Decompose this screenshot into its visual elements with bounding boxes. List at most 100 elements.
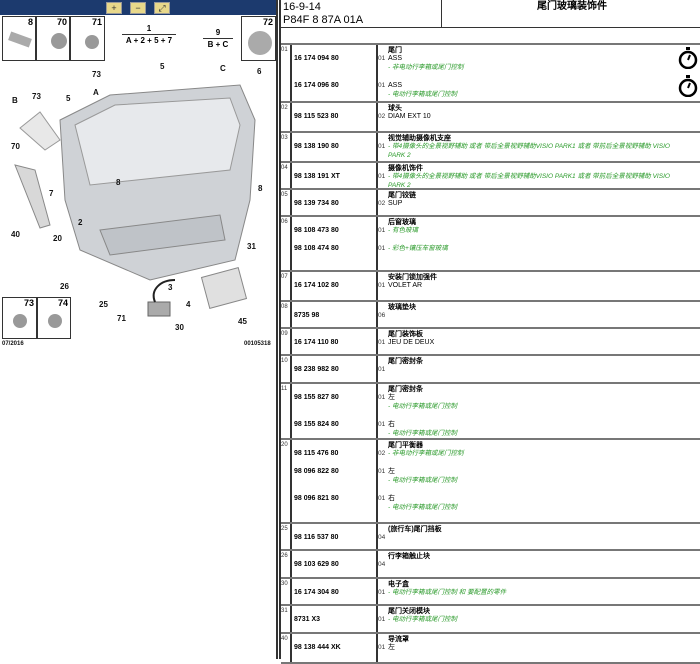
row-index: 05: [281, 190, 292, 215]
part-variant: 右: [388, 495, 395, 502]
part-thumb[interactable]: 73: [2, 297, 37, 339]
table-row[interactable]: 07 安装门锁加强件 VOLET AR 16 174 102 80 01: [281, 272, 700, 302]
part-number[interactable]: 98 115 476 80: [294, 450, 338, 457]
quantity: 04: [378, 534, 386, 541]
part-number[interactable]: 98 096 822 80: [294, 468, 339, 475]
callout-label: 4: [186, 300, 191, 309]
part-number[interactable]: 98 155 827 80: [294, 394, 339, 401]
quantity: 02: [378, 113, 386, 120]
part-note: - 电动行李箱或尾门控制: [388, 616, 457, 623]
callout-label: 5: [66, 94, 71, 103]
table-row[interactable]: 09 尾门装饰板 JEU DE DEUX 16 174 110 80 01: [281, 329, 700, 356]
part-number[interactable]: 98 115 523 80: [294, 113, 338, 120]
quantity: 06: [378, 312, 386, 319]
part-note: - 电动行李箱或尾门控制: [388, 477, 457, 484]
row-index: 09: [281, 329, 292, 354]
stopwatch-icon[interactable]: [678, 75, 698, 98]
table-row[interactable]: 04 摄像机饰件 - 带4摄像头的全景视野辅助 或者 带后全景视野辅助VISIO …: [281, 163, 700, 190]
part-number[interactable]: 16 174 304 80: [294, 589, 339, 596]
part-number[interactable]: 16 174 094 80: [294, 55, 339, 62]
row-index: 10: [281, 356, 292, 382]
quantity: 04: [378, 561, 386, 568]
table-row[interactable]: 03 视觉辅助摄像机支座 - 带4摄像头的全景视野辅助 或者 带后全景视野辅助VI…: [281, 133, 700, 163]
stopwatch-icon[interactable]: [678, 47, 698, 70]
part-number[interactable]: 98 155 824 80: [294, 421, 339, 428]
table-row[interactable]: 30 电子盒 - 电动行李箱或尾门控制 和 要配置的零件 16 174 304 80…: [281, 579, 700, 606]
part-note: - 带4摄像头的全景视野辅助 或者 带后全景视野辅助VISIO PARK1 或者…: [388, 143, 670, 159]
quantity: 01: [378, 339, 386, 346]
part-number[interactable]: 98 116 537 80: [294, 534, 338, 541]
callout-label: B: [12, 96, 18, 105]
table-row[interactable]: 20 尾门平衡器 - 非电动行李箱或尾门控制左 - 电动行李箱或尾门控制右 - 电动行…: [281, 440, 700, 524]
part-number[interactable]: 16 174 096 80: [294, 82, 339, 89]
table-row[interactable]: 01 尾门 ASS - 非电动行李箱或尾门控制 ASS - 电动行李箱或尾门控制 16 1…: [281, 45, 700, 103]
row-index: 26: [281, 551, 292, 577]
part-variant: 左: [388, 468, 395, 475]
part-variant: JEU DE DEUX: [388, 339, 435, 346]
table-row[interactable]: 10 尾门密封条 98 238 982 80 01: [281, 356, 700, 384]
quantity: 01: [378, 616, 386, 623]
callout-label: 8: [116, 178, 121, 187]
row-index: 20: [281, 440, 292, 522]
part-number[interactable]: 98 108 474 80: [294, 245, 339, 252]
callout-label: 20: [53, 234, 62, 243]
part-number[interactable]: 16 174 110 80: [294, 339, 338, 346]
part-number[interactable]: 98 138 191 XT: [294, 173, 340, 180]
quantity: 01: [378, 589, 386, 596]
part-thumb[interactable]: 74: [37, 297, 71, 339]
part-variant: 右: [388, 421, 395, 428]
quantity: 01: [378, 245, 386, 252]
part-variant: DIAM EXT 10: [388, 113, 431, 120]
part-note: - 彩色+镶压车窗玻璃: [388, 245, 448, 252]
part-title: (旅行车)尾门挡板: [388, 526, 442, 533]
callout-label: 3: [168, 283, 173, 292]
table-row[interactable]: 40 导流罩左 98 138 444 XK 01: [281, 634, 700, 664]
table-row[interactable]: 25 (旅行车)尾门挡板 98 116 537 80 04: [281, 524, 700, 551]
diagram-ref: 00105318: [244, 341, 271, 347]
quantity: 01: [378, 495, 386, 502]
page-title: 尾门玻璃装饰件: [442, 0, 700, 28]
part-variant: ASS: [388, 82, 403, 89]
part-number[interactable]: 98 138 444 XK: [294, 644, 341, 651]
quantity: 02: [378, 450, 386, 457]
quantity: 01: [378, 394, 386, 401]
part-variant: SUP: [388, 200, 403, 207]
callout-label: 70: [11, 142, 20, 151]
table-row[interactable]: 31 尾门关闭模块 - 电动行李箱或尾门控制 8731 X3 01: [281, 606, 700, 634]
callout-label: 40: [11, 230, 20, 239]
table-row[interactable]: 05 尾门铰链 SUP 98 139 734 80 02: [281, 190, 700, 217]
table-row[interactable]: 06 后窗玻璃 - 有色玻璃 - 彩色+镶压车窗玻璃 98 108 473 80 01 9…: [281, 217, 700, 272]
parts-table: 01 尾门 ASS - 非电动行李箱或尾门控制 ASS - 电动行李箱或尾门控制 16 1…: [281, 45, 700, 664]
parts-list-panel: 16-9-14 P84F 8 87A 01A 尾门玻璃装饰件 01 尾门 ASS -…: [279, 0, 700, 664]
part-variant: ASS: [388, 55, 403, 62]
quantity: 01: [378, 82, 386, 89]
part-number[interactable]: 98 138 190 80: [294, 143, 339, 150]
part-note: - 非电动行李箱或尾门控制: [388, 64, 464, 71]
part-number[interactable]: 16 174 102 80: [294, 282, 339, 289]
quantity: 01: [378, 366, 386, 373]
row-index: 01: [281, 45, 292, 101]
table-row[interactable]: 02 球头 DIAM EXT 10 98 115 523 80 02: [281, 103, 700, 133]
part-note: - 非电动行李箱或尾门控制: [388, 450, 464, 457]
callout-label: 2: [78, 218, 83, 227]
part-number[interactable]: 98 238 982 80: [294, 366, 339, 373]
part-number[interactable]: 98 103 629 80: [294, 561, 339, 568]
part-note: - 电动行李箱或尾门控制: [388, 504, 457, 511]
row-index: 40: [281, 634, 292, 662]
part-number[interactable]: 8731 X3: [294, 616, 320, 623]
part-number[interactable]: 98 108 473 80: [294, 227, 339, 234]
header-info: 16-9-14 P84F 8 87A 01A: [281, 0, 442, 28]
part-title: 玻璃垫块: [388, 304, 416, 311]
table-row[interactable]: 11 尾门密封条左 - 电动行李箱或尾门控制右 - 电动行李箱或尾门控制 98 155…: [281, 384, 700, 440]
part-number[interactable]: 8735 98: [294, 312, 319, 319]
part-number[interactable]: 98 096 821 80: [294, 495, 339, 502]
table-row[interactable]: 26 行李箱触止块 98 103 629 80 04: [281, 551, 700, 579]
part-variant: VOLET AR: [388, 282, 423, 289]
row-index: 08: [281, 302, 292, 327]
row-index: 31: [281, 606, 292, 632]
table-row[interactable]: 08 玻璃垫块 8735 98 06: [281, 302, 700, 329]
quantity: 01: [378, 644, 386, 651]
part-number[interactable]: 98 139 734 80: [294, 200, 339, 207]
row-index: 07: [281, 272, 292, 300]
callout-label: 7: [49, 189, 54, 198]
